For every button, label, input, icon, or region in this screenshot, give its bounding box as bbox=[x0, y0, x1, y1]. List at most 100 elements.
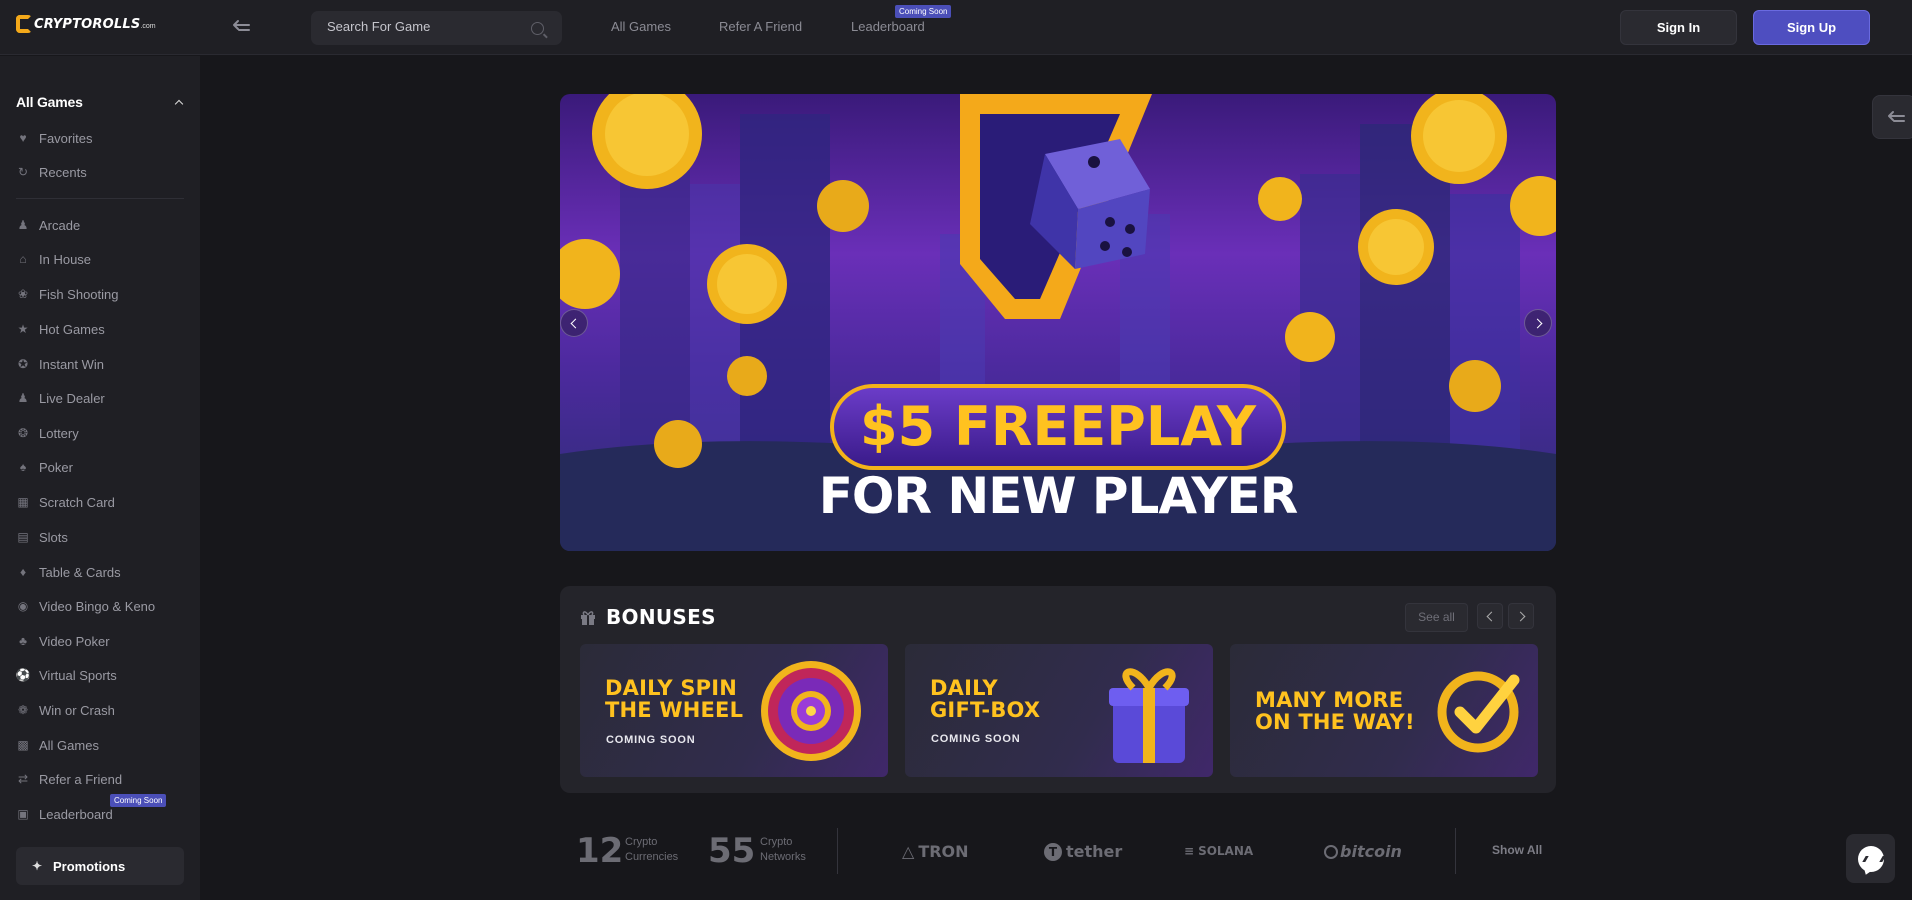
promotions-button[interactable]: ✦ Promotions bbox=[16, 847, 184, 885]
sidebar-item-label: Hot Games bbox=[39, 321, 105, 337]
sidebar-section-header[interactable]: All Games bbox=[16, 94, 186, 110]
sidebar-item-lottery[interactable]: ❂ Lottery bbox=[16, 422, 79, 444]
bonus-card-title-line2: GIFT-BOX bbox=[930, 698, 1041, 722]
promotions-label: Promotions bbox=[53, 858, 126, 874]
sidebar-item-label: Win or Crash bbox=[39, 702, 115, 718]
crypto-currencies-label-2: Currencies bbox=[625, 851, 679, 863]
sidebar-item-win-or-crash[interactable]: ❁ Win or Crash bbox=[16, 699, 115, 721]
collapse-arrow-icon bbox=[233, 20, 250, 31]
see-all-button[interactable]: See all bbox=[1405, 603, 1468, 632]
carousel-prev-button[interactable] bbox=[560, 309, 588, 337]
sidebar-item-video-bingo-keno[interactable]: ◉ Video Bingo & Keno bbox=[16, 595, 155, 617]
bingo-icon: ◉ bbox=[17, 599, 29, 613]
messenger-chat-button[interactable] bbox=[1846, 834, 1895, 883]
site-logo[interactable]: CRYPTOROLLS .com bbox=[16, 15, 156, 33]
sidebar-item-label: All Games bbox=[39, 737, 99, 753]
bonus-card-many-more[interactable]: MANY MORE ON THE WAY! bbox=[1230, 644, 1538, 777]
gift-box-icon bbox=[1109, 668, 1189, 763]
leaderboard-icon: ▣ bbox=[17, 807, 29, 821]
sports-icon: ⚽ bbox=[15, 668, 31, 682]
bonuses-title: BONUSES bbox=[606, 605, 716, 629]
bonus-card-title-line2: ON THE WAY! bbox=[1255, 710, 1415, 734]
logo-mark-icon bbox=[16, 15, 32, 33]
sidebar-item-leaderboard[interactable]: ▣ Leaderboard bbox=[16, 803, 113, 825]
hero-headline: $5 FREEPLAY bbox=[830, 384, 1286, 470]
sidebar-collapse-button[interactable] bbox=[230, 15, 254, 39]
sidebar-item-favorites[interactable]: ♥ Favorites bbox=[16, 127, 92, 149]
crypto-networks-label-1: Crypto bbox=[760, 836, 793, 848]
logo-text: CRYPTOROLLS bbox=[34, 16, 141, 32]
sidebar-item-recents[interactable]: ↻ Recents bbox=[16, 161, 87, 183]
tether-icon: T bbox=[1044, 842, 1062, 861]
tether-label: tether bbox=[1066, 842, 1123, 861]
tron-icon: △ bbox=[902, 842, 915, 861]
sidebar-item-label: Leaderboard bbox=[39, 806, 113, 822]
sidebar-item-label: Video Poker bbox=[39, 633, 110, 649]
sidebar-divider bbox=[16, 198, 184, 199]
crypto-currencies-count: 12 bbox=[576, 831, 624, 871]
collapse-arrow-icon bbox=[1888, 111, 1905, 122]
search-icon[interactable] bbox=[531, 22, 544, 35]
sign-in-button[interactable]: Sign In bbox=[1620, 10, 1737, 45]
bonus-card-title-line2: THE WHEEL bbox=[605, 698, 744, 722]
crypto-divider bbox=[837, 828, 838, 874]
sidebar-item-virtual-sports[interactable]: ⚽ Virtual Sports bbox=[16, 664, 117, 686]
sidebar-item-fish-shooting[interactable]: ❀ Fish Shooting bbox=[16, 283, 119, 305]
slots-icon: ▤ bbox=[17, 530, 29, 544]
tether-logo: T tether bbox=[1044, 842, 1122, 861]
sidebar-item-table-cards[interactable]: ♦ Table & Cards bbox=[16, 561, 121, 583]
sign-up-button[interactable]: Sign Up bbox=[1753, 10, 1870, 45]
star-icon: ★ bbox=[17, 322, 29, 336]
nav-leaderboard[interactable]: Leaderboard bbox=[851, 19, 925, 34]
sidebar-item-label: Table & Cards bbox=[39, 564, 121, 580]
crypto-divider bbox=[1455, 828, 1456, 874]
sidebar-item-poker[interactable]: ♠ Poker bbox=[16, 456, 73, 478]
sidebar-item-label: Poker bbox=[39, 459, 73, 475]
table-icon: ♦ bbox=[19, 565, 27, 579]
search-input[interactable] bbox=[327, 19, 517, 34]
bitcoin-icon bbox=[1324, 844, 1338, 859]
solana-logo: ≡ SOLANA bbox=[1184, 844, 1253, 858]
bonus-card-gift-box[interactable]: DAILY GIFT-BOX COMING SOON bbox=[905, 644, 1213, 777]
show-all-link[interactable]: Show All bbox=[1492, 843, 1542, 857]
crypto-currencies-label-1: Crypto bbox=[625, 836, 658, 848]
lottery-icon: ❂ bbox=[17, 426, 29, 440]
sidebar-item-instant-win[interactable]: ✪ Instant Win bbox=[16, 353, 104, 375]
sidebar-item-all-games[interactable]: ▩ All Games bbox=[16, 734, 99, 756]
bonus-card-title-line1: MANY MORE bbox=[1255, 688, 1404, 712]
sidebar-item-live-dealer[interactable]: ♟ Live Dealer bbox=[16, 387, 105, 409]
bonuses-prev-button[interactable] bbox=[1477, 603, 1503, 629]
sidebar-item-in-house[interactable]: ⌂ In House bbox=[16, 248, 91, 270]
right-panel-toggle[interactable] bbox=[1872, 95, 1912, 139]
search-box[interactable] bbox=[311, 11, 562, 45]
sidebar-item-refer-a-friend[interactable]: ⇄ Refer a Friend bbox=[16, 768, 122, 790]
sidebar-item-video-poker[interactable]: ♣ Video Poker bbox=[16, 630, 110, 652]
sidebar-item-scratch-card[interactable]: ▦ Scratch Card bbox=[16, 491, 115, 513]
sidebar-item-slots[interactable]: ▤ Slots bbox=[16, 526, 68, 548]
solana-icon: ≡ bbox=[1184, 844, 1195, 858]
chevron-up-icon[interactable] bbox=[174, 99, 184, 109]
messenger-icon bbox=[1857, 845, 1884, 872]
cards-icon: ♠ bbox=[19, 460, 27, 474]
medal-icon: ✪ bbox=[17, 357, 29, 371]
bonus-card-subtitle: COMING SOON bbox=[931, 733, 1021, 745]
sidebar-item-label: Recents bbox=[39, 164, 87, 180]
house-icon: ⌂ bbox=[19, 252, 27, 266]
sidebar-section-title: All Games bbox=[16, 94, 83, 110]
nav-all-games[interactable]: All Games bbox=[611, 19, 671, 34]
bitcoin-logo: bitcoin bbox=[1324, 842, 1402, 861]
hero-banner[interactable]: $5 FREEPLAY FOR NEW PLAYER bbox=[560, 94, 1556, 551]
carousel-next-button[interactable] bbox=[1524, 309, 1552, 337]
sidebar-item-hot-games[interactable]: ★ Hot Games bbox=[16, 318, 105, 340]
solana-label: SOLANA bbox=[1198, 844, 1254, 858]
refer-icon: ⇄ bbox=[17, 772, 29, 786]
bonus-card-spin-wheel[interactable]: DAILY SPIN THE WHEEL COMING SOON bbox=[580, 644, 888, 777]
sidebar-item-arcade[interactable]: ♟ Arcade bbox=[16, 214, 81, 236]
video-poker-icon: ♣ bbox=[19, 634, 27, 648]
hero-subline: FOR NEW PLAYER bbox=[818, 467, 1298, 525]
bonuses-next-button[interactable] bbox=[1508, 603, 1534, 629]
crash-icon: ❁ bbox=[17, 703, 29, 717]
sidebar-item-label: Fish Shooting bbox=[39, 286, 119, 302]
heart-icon: ♥ bbox=[19, 131, 27, 145]
nav-refer-a-friend[interactable]: Refer A Friend bbox=[719, 19, 802, 34]
